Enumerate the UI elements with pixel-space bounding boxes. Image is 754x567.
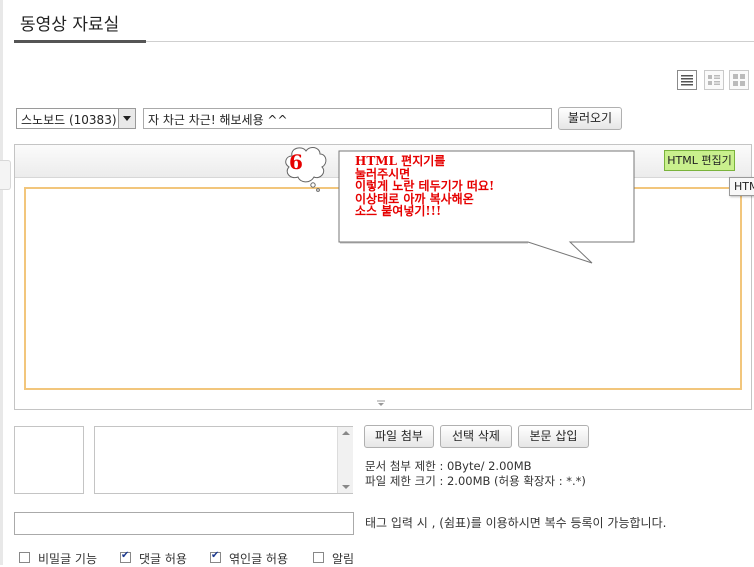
scroll-down-icon[interactable] [342, 485, 350, 489]
option-label: 엮인글 허용 [229, 552, 289, 566]
file-size-limit: 파일 제한 크기 : 2.00MB (허용 확장자 : *.*) [365, 474, 586, 488]
attachment-file-list[interactable] [94, 426, 353, 494]
attachment-thumbnail [14, 426, 84, 494]
insert-body-button[interactable]: 본문 삽입 [518, 425, 589, 448]
html-editor-button[interactable]: HTML 편집기 [664, 150, 735, 171]
option-label: 댓글 허용 [139, 552, 187, 566]
annotation-line: 소스 붙여넣기!!! [355, 204, 442, 218]
resize-grip-icon[interactable] [374, 399, 388, 407]
title-underline [14, 40, 146, 43]
file-list-scrollbar[interactable] [337, 427, 353, 493]
scroll-up-icon[interactable] [342, 431, 350, 435]
notification-checkbox[interactable] [313, 552, 324, 563]
secret-checkbox[interactable] [19, 552, 30, 563]
compact-view-icon[interactable] [704, 70, 724, 90]
category-selected-value: 스노보드 (10383) [21, 113, 117, 127]
tag-input[interactable] [14, 512, 354, 535]
option-label: 비밀글 기능 [38, 552, 98, 566]
annotation-line: HTML 편지기를 [355, 154, 446, 168]
html-button-tooltip: HTM [729, 177, 754, 196]
header-divider [146, 41, 754, 42]
left-edge [0, 0, 3, 565]
annotation-text: HTML 편지기를 눌러주시면 이렇게 노란 테두기가 떠요! 이상태로 아까 … [355, 155, 625, 218]
side-tab[interactable] [0, 160, 11, 190]
category-select[interactable]: 스노보드 (10383) [16, 108, 136, 129]
title-input[interactable]: 자 차근 차근! 해보세용 ^^ [143, 108, 552, 129]
tag-help-text: 태그 입력 시 , (쉼표)를 이용하시면 복수 등록이 가능합니다. [365, 516, 667, 530]
gallery-view-icon[interactable] [729, 70, 749, 90]
delete-selected-button[interactable]: 선택 삭제 [440, 425, 512, 448]
annotation-number: 6 [289, 150, 303, 174]
page-title: 동영상 자료실 [20, 15, 120, 35]
list-view-icon[interactable] [677, 70, 697, 90]
attach-file-button[interactable]: 파일 첨부 [364, 425, 434, 448]
trackbacks-checkbox[interactable] [210, 550, 221, 563]
doc-size-limit: 문서 첨부 제한 : 0Byte/ 2.00MB [365, 459, 532, 473]
chevron-down-icon[interactable] [118, 109, 135, 128]
comments-checkbox[interactable] [120, 550, 131, 563]
annotation-line: 이렇게 노란 테두기가 떠요! [355, 179, 495, 193]
option-label: 알림 [332, 552, 355, 566]
load-button[interactable]: 불러오기 [558, 107, 622, 130]
